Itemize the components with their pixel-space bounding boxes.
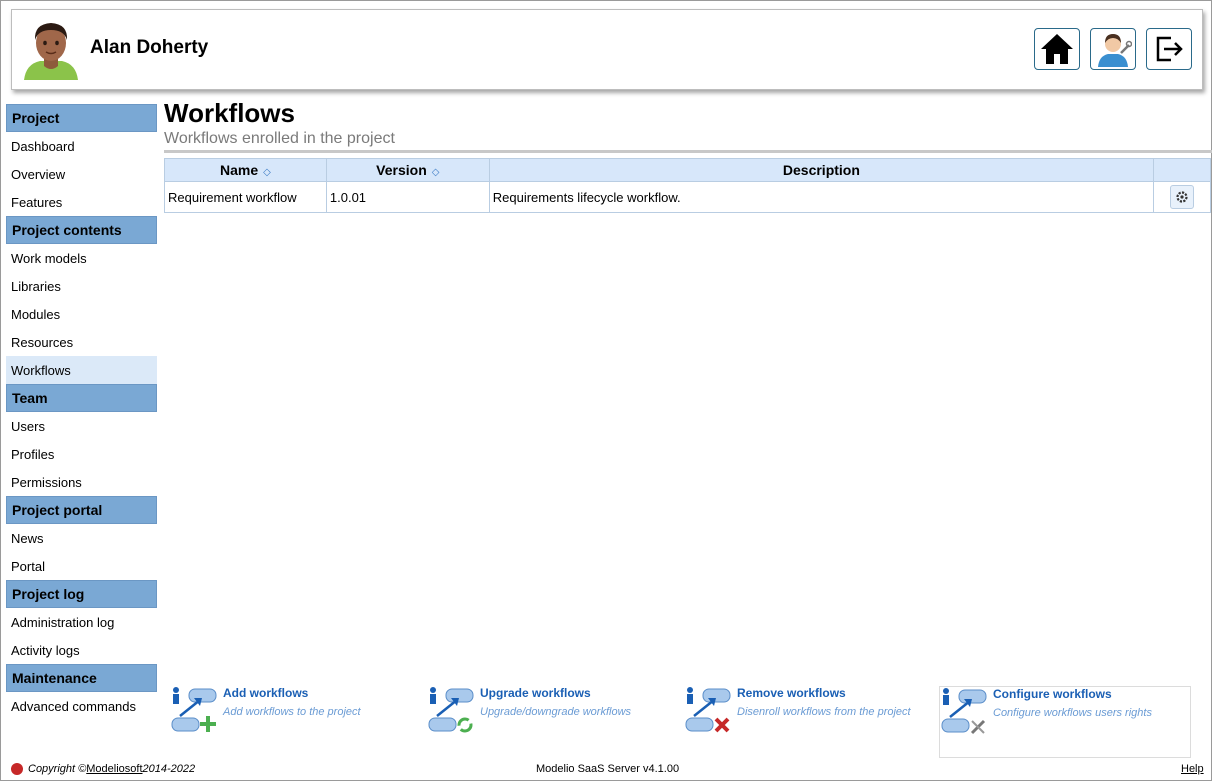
- sidebar-item-work-models[interactable]: Work models: [6, 244, 157, 272]
- sidebar-item-administration-log[interactable]: Administration log: [6, 608, 157, 636]
- column-header-actions: [1153, 158, 1211, 182]
- cell-name: Requirement workflow: [164, 181, 327, 213]
- footer-version: Modelio SaaS Server v4.1.00: [536, 763, 680, 775]
- sidebar-item-dashboard[interactable]: Dashboard: [6, 132, 157, 160]
- add-workflows-link[interactable]: Add workflows: [223, 686, 308, 700]
- upgrade-workflows-description: Upgrade/downgrade workflows: [480, 706, 632, 718]
- add-workflow-icon: [171, 687, 217, 732]
- main-content: Workflows Workflows enrolled in the proj…: [164, 99, 1212, 213]
- add-workflows-action[interactable]: Add workflows Add workflows to the proje…: [170, 686, 422, 758]
- sidebar-section-maintenance: Maintenance: [6, 664, 157, 692]
- cell-actions: [1153, 181, 1211, 213]
- sidebar-item-overview[interactable]: Overview: [6, 160, 157, 188]
- sidebar-section-team: Team: [6, 384, 157, 412]
- sidebar-item-workflows[interactable]: Workflows: [6, 356, 157, 384]
- upgrade-workflows-link[interactable]: Upgrade workflows: [480, 686, 591, 700]
- logout-icon: [1156, 36, 1183, 62]
- page-title: Workflows: [164, 98, 295, 128]
- sidebar-item-permissions[interactable]: Permissions: [6, 468, 157, 496]
- row-settings-button[interactable]: [1170, 185, 1195, 209]
- sidebar-section-project-contents: Project contents: [6, 216, 157, 244]
- sort-icon[interactable]: ◇: [432, 167, 440, 178]
- page-subtitle: Workflows enrolled in the project: [164, 130, 395, 147]
- remove-workflows-description: Disenroll workflows from the project: [737, 706, 911, 718]
- workflows-table: Name ◇ Version ◇ Description Requirement w…: [164, 158, 1211, 213]
- help-link[interactable]: Help: [1181, 763, 1204, 775]
- sidebar-section-project-portal: Project portal: [6, 496, 157, 524]
- gear-icon: [1176, 191, 1188, 203]
- modeliosoft-logo-icon: [11, 763, 23, 775]
- sidebar-item-activity-logs[interactable]: Activity logs: [6, 636, 157, 664]
- column-header-description: Description: [489, 158, 1155, 182]
- home-button[interactable]: [1034, 28, 1080, 70]
- sort-icon[interactable]: ◇: [263, 167, 271, 178]
- user-name: Alan Doherty: [90, 37, 209, 58]
- column-header-version[interactable]: Version ◇: [326, 158, 490, 182]
- sidebar-item-users[interactable]: Users: [6, 412, 157, 440]
- table-row[interactable]: Requirement workflow 1.0.01 Requirements…: [164, 181, 1211, 213]
- cell-version: 1.0.01: [326, 181, 490, 213]
- remove-workflows-link[interactable]: Remove workflows: [737, 686, 846, 700]
- sidebar-section-project: Project: [6, 104, 157, 132]
- header: Alan Doherty: [11, 9, 1203, 90]
- configure-workflows-description: Configure workflows users rights: [993, 707, 1152, 719]
- sidebar-section-project-log: Project log: [6, 580, 157, 608]
- user-tools-icon: [1098, 34, 1132, 67]
- upgrade-workflow-icon: [428, 687, 474, 733]
- configure-workflows-action[interactable]: Configure workflows Configure workflows …: [939, 686, 1191, 758]
- upgrade-workflows-action[interactable]: Upgrade workflows Upgrade/downgrade work…: [427, 686, 679, 758]
- sidebar-item-libraries[interactable]: Libraries: [6, 272, 157, 300]
- remove-workflows-action[interactable]: Remove workflows Disenroll workflows fro…: [684, 686, 936, 758]
- logout-button[interactable]: [1146, 28, 1192, 70]
- configure-workflow-icon: [941, 688, 987, 735]
- table-header-row: Name ◇ Version ◇ Description: [164, 158, 1211, 182]
- column-header-name[interactable]: Name ◇: [164, 158, 327, 182]
- sidebar-item-features[interactable]: Features: [6, 188, 157, 216]
- sidebar-item-portal[interactable]: Portal: [6, 552, 157, 580]
- sidebar-item-profiles[interactable]: Profiles: [6, 440, 157, 468]
- company-link[interactable]: Modeliosoft: [86, 763, 142, 775]
- title-divider: [164, 150, 1212, 153]
- cell-description: Requirements lifecycle workflow.: [489, 181, 1155, 213]
- sidebar-item-news[interactable]: News: [6, 524, 157, 552]
- sidebar-item-resources[interactable]: Resources: [6, 328, 157, 356]
- sidebar: Project Dashboard Overview Features Proj…: [6, 104, 157, 720]
- sidebar-item-advanced-commands[interactable]: Advanced commands: [6, 692, 157, 720]
- home-icon: [1041, 34, 1073, 64]
- avatar: [24, 23, 78, 80]
- footer-copyright: Copyright © Modeliosoft 2014-2022: [11, 763, 195, 775]
- sidebar-item-modules[interactable]: Modules: [6, 300, 157, 328]
- remove-workflow-icon: [685, 687, 731, 733]
- configure-workflows-link[interactable]: Configure workflows: [993, 687, 1112, 701]
- add-workflows-description: Add workflows to the project: [223, 706, 361, 718]
- user-settings-button[interactable]: [1090, 28, 1136, 70]
